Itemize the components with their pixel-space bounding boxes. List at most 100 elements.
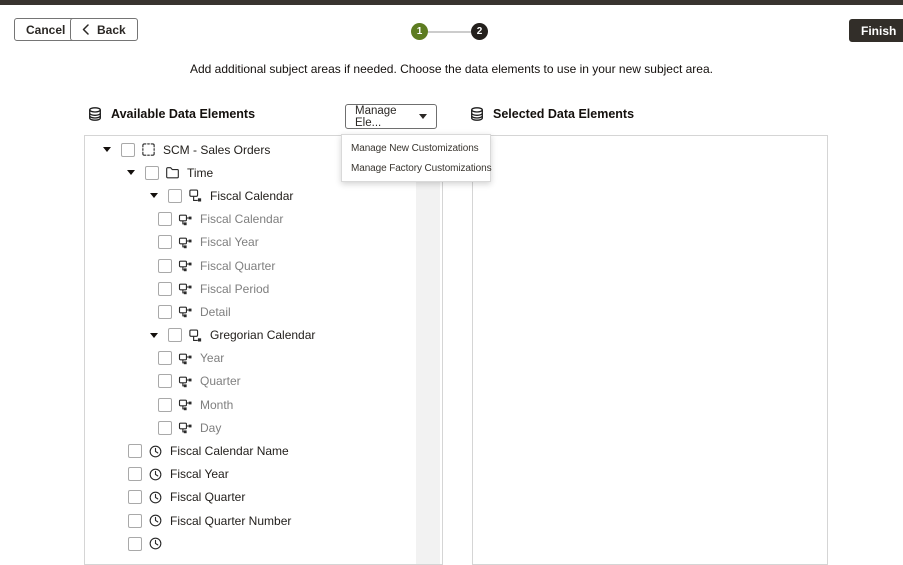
menu-item[interactable]: Manage Factory Customizations [342, 158, 490, 178]
folder-icon [165, 165, 180, 180]
checkbox[interactable] [168, 189, 182, 203]
checkbox[interactable] [158, 235, 172, 249]
clock-icon [148, 513, 163, 528]
tree-row-label: Fiscal Period [200, 282, 269, 296]
cancel-button[interactable]: Cancel [14, 18, 77, 41]
selected-panel-title: Selected Data Elements [493, 107, 634, 121]
tree-row[interactable] [85, 532, 415, 555]
checkbox[interactable] [168, 328, 182, 342]
checkbox[interactable] [158, 374, 172, 388]
tree-row-label: Fiscal Calendar [210, 189, 293, 203]
data-elements-tree: SCM - Sales Orders Time Fiscal Calendar Fis… [85, 136, 415, 564]
tree-row-label: Fiscal Quarter Number [170, 514, 291, 528]
tree-row-label: SCM - Sales Orders [163, 143, 270, 157]
step-1-indicator[interactable]: 1 [411, 23, 428, 40]
clock-icon [148, 467, 163, 482]
selected-data-elements-panel [472, 135, 828, 565]
expand-caret-icon[interactable] [127, 170, 137, 175]
checkbox[interactable] [128, 490, 142, 504]
checkbox[interactable] [158, 421, 172, 435]
checkbox[interactable] [128, 467, 142, 481]
tree-row-label: Fiscal Year [170, 467, 229, 481]
level-icon [178, 351, 193, 366]
tree-row-label: Fiscal Calendar [200, 212, 283, 226]
expand-caret-icon[interactable] [150, 193, 160, 198]
subject-area-icon [141, 142, 156, 157]
menu-item[interactable]: Manage New Customizations [342, 138, 490, 158]
checkbox[interactable] [128, 514, 142, 528]
clock-icon [148, 444, 163, 459]
level-icon [178, 212, 193, 227]
tree-row[interactable]: Fiscal Quarter Number [85, 509, 415, 532]
tree-row-label: Fiscal Quarter [200, 259, 275, 273]
back-button-label: Back [97, 23, 126, 37]
tree-row-label: Day [200, 421, 221, 435]
checkbox[interactable] [121, 143, 135, 157]
available-panel-header: Available Data Elements [87, 106, 255, 122]
level-icon [178, 281, 193, 296]
hierarchy-icon [188, 188, 203, 203]
level-icon [178, 304, 193, 319]
checkbox[interactable] [128, 444, 142, 458]
level-icon [178, 235, 193, 250]
expand-caret-icon[interactable] [150, 333, 160, 338]
level-icon [178, 420, 193, 435]
tree-row[interactable]: Month [85, 393, 415, 416]
step-2-indicator[interactable]: 2 [471, 23, 488, 40]
dropdown-caret-icon [419, 114, 427, 119]
checkbox[interactable] [158, 282, 172, 296]
hierarchy-icon [188, 328, 203, 343]
tree-row-label: Quarter [200, 374, 241, 388]
vertical-scrollbar[interactable] [416, 136, 440, 564]
manage-button-label: Manage Ele... [355, 105, 419, 129]
window-top-strip [0, 0, 903, 5]
expand-caret-icon[interactable] [103, 147, 113, 152]
tree-row[interactable]: Fiscal Period [85, 277, 415, 300]
checkbox[interactable] [158, 212, 172, 226]
tree-row-label: Month [200, 398, 233, 412]
checkbox[interactable] [158, 305, 172, 319]
tree-row-label: Fiscal Year [200, 235, 259, 249]
back-button[interactable]: Back [70, 18, 138, 41]
manage-elements-dropdown-button[interactable]: Manage Ele... [345, 104, 437, 129]
tree-row[interactable]: Day [85, 416, 415, 439]
tree-row[interactable]: Fiscal Quarter [85, 254, 415, 277]
available-panel-title: Available Data Elements [111, 107, 255, 121]
available-data-elements-panel: SCM - Sales Orders Time Fiscal Calendar Fis… [84, 135, 443, 565]
tree-row-label: Time [187, 166, 213, 180]
step-connector [428, 31, 471, 33]
manage-elements-dropdown-menu: Manage New CustomizationsManage Factory … [341, 134, 491, 182]
checkbox[interactable] [158, 259, 172, 273]
tree-row-label: Detail [200, 305, 231, 319]
tree-row-label: Fiscal Quarter [170, 490, 245, 504]
tree-row[interactable]: Fiscal Year [85, 231, 415, 254]
wizard-stepper: 1 2 [411, 23, 488, 40]
checkbox[interactable] [158, 398, 172, 412]
level-icon [178, 258, 193, 273]
tree-row-label: Year [200, 351, 224, 365]
tree-row[interactable]: Fiscal Calendar [85, 208, 415, 231]
clock-icon [148, 536, 163, 551]
level-icon [178, 374, 193, 389]
tree-row-label: Fiscal Calendar Name [170, 444, 289, 458]
tree-row[interactable]: Fiscal Year [85, 463, 415, 486]
selected-panel-header: Selected Data Elements [469, 106, 634, 122]
clock-icon [148, 490, 163, 505]
level-icon [178, 397, 193, 412]
tree-row[interactable]: Detail [85, 300, 415, 323]
tree-row-label: Gregorian Calendar [210, 328, 315, 342]
finish-button[interactable]: Finish [849, 19, 903, 42]
tree-row[interactable]: Year [85, 347, 415, 370]
database-icon [469, 106, 485, 122]
instruction-text: Add additional subject areas if needed. … [0, 62, 903, 76]
tree-row[interactable]: Fiscal Quarter [85, 486, 415, 509]
tree-row[interactable]: Quarter [85, 370, 415, 393]
checkbox[interactable] [128, 537, 142, 551]
tree-row[interactable]: Fiscal Calendar [85, 184, 415, 207]
checkbox[interactable] [158, 351, 172, 365]
back-chevron-icon [82, 24, 89, 35]
checkbox[interactable] [145, 166, 159, 180]
database-icon [87, 106, 103, 122]
tree-row[interactable]: Fiscal Calendar Name [85, 439, 415, 462]
tree-row[interactable]: Gregorian Calendar [85, 324, 415, 347]
